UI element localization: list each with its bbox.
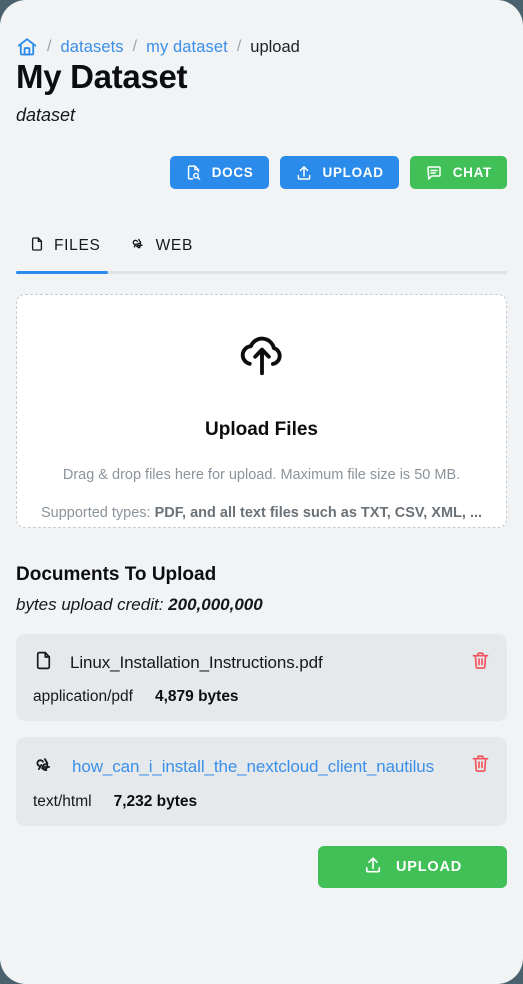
file-icon [33,650,54,676]
cloud-upload-icon [234,331,290,386]
page-card: / datasets / my dataset / upload My Data… [0,0,523,984]
docs-button-label: DOCS [211,165,254,180]
file-list: Linux_Installation_Instructions.pdf appl… [16,634,507,826]
docs-button[interactable]: DOCS [169,156,269,189]
delete-file-button[interactable] [470,650,491,671]
tab-web-label: WEB [155,237,193,254]
chat-button[interactable]: CHAT [409,156,507,189]
chat-bubble-icon [425,164,443,182]
upload-icon [363,855,383,879]
file-list-item: Linux_Installation_Instructions.pdf appl… [16,634,507,721]
page-subtitle: dataset [16,105,76,125]
file-row-header: Linux_Installation_Instructions.pdf [33,650,490,676]
breadcrumb-separator: / [47,38,52,55]
breadcrumb: / datasets / my dataset / upload [16,0,507,56]
file-metadata: text/html 7,232 bytes [33,793,490,811]
tab-active-indicator [16,271,108,274]
page-content: / datasets / my dataset / upload My Data… [0,0,523,888]
file-metadata: application/pdf 4,879 bytes [33,688,490,706]
file-row-header: how_can_i_install_the_nextcloud_client_n… [33,753,490,781]
webhook-icon [33,753,56,781]
file-size: 7,232 bytes [113,793,198,810]
supported-types-value: PDF, and all text files such as TXT, CSV… [154,505,483,521]
document-search-icon [185,164,202,181]
action-buttons: DOCS UPLOAD CHAT [16,156,507,189]
dropzone-supported-types: Supported types: PDF, and all text files… [41,505,482,521]
breadcrumb-separator: / [132,38,138,55]
file-mime-type: application/pdf [33,688,133,705]
trash-icon [470,652,491,674]
breadcrumb-item-my-dataset[interactable]: my dataset [146,38,228,57]
tab-underline [16,271,507,274]
upload-submit-button[interactable]: UPLOAD [318,846,507,888]
supported-types-prefix: Supported types: [40,505,155,521]
file-name: Linux_Installation_Instructions.pdf [70,653,323,672]
breadcrumb-item-upload: upload [250,37,300,56]
page-title: My Dataset [16,58,188,95]
upload-submit-label: UPLOAD [395,859,463,875]
file-icon [29,236,45,257]
dropzone-hint: Drag & drop files here for upload. Maxim… [62,467,461,483]
upload-icon [295,164,313,182]
upload-button-top[interactable]: UPLOAD [279,156,399,189]
file-name[interactable]: how_can_i_install_the_nextcloud_client_n… [72,757,434,777]
chat-button-label: CHAT [452,165,492,180]
documents-heading: Documents To Upload [16,564,217,585]
upload-credit-value: 200,000,000 [168,595,263,614]
breadcrumb-separator: / [236,38,242,55]
tab-web[interactable]: WEB [116,229,208,263]
tab-bar: FILES WEB [16,229,507,263]
webhook-icon [130,235,147,257]
file-list-item: how_can_i_install_the_nextcloud_client_n… [16,737,507,826]
tab-files[interactable]: FILES [16,229,116,263]
file-dropzone[interactable]: Upload Files Drag & drop files here for … [16,294,507,528]
trash-icon [470,755,491,777]
dropzone-title: Upload Files [205,419,318,440]
delete-file-button[interactable] [470,753,491,774]
file-size: 4,879 bytes [154,688,239,705]
tab-files-label: FILES [54,237,101,254]
upload-credit-label: bytes upload credit: [16,595,169,614]
upload-credit: bytes upload credit: 200,000,000 [16,595,507,615]
breadcrumb-item-datasets[interactable]: datasets [60,38,123,57]
footer-actions: UPLOAD [16,846,507,888]
file-mime-type: text/html [33,793,92,810]
home-icon[interactable] [16,36,38,58]
upload-button-top-label: UPLOAD [322,165,384,180]
